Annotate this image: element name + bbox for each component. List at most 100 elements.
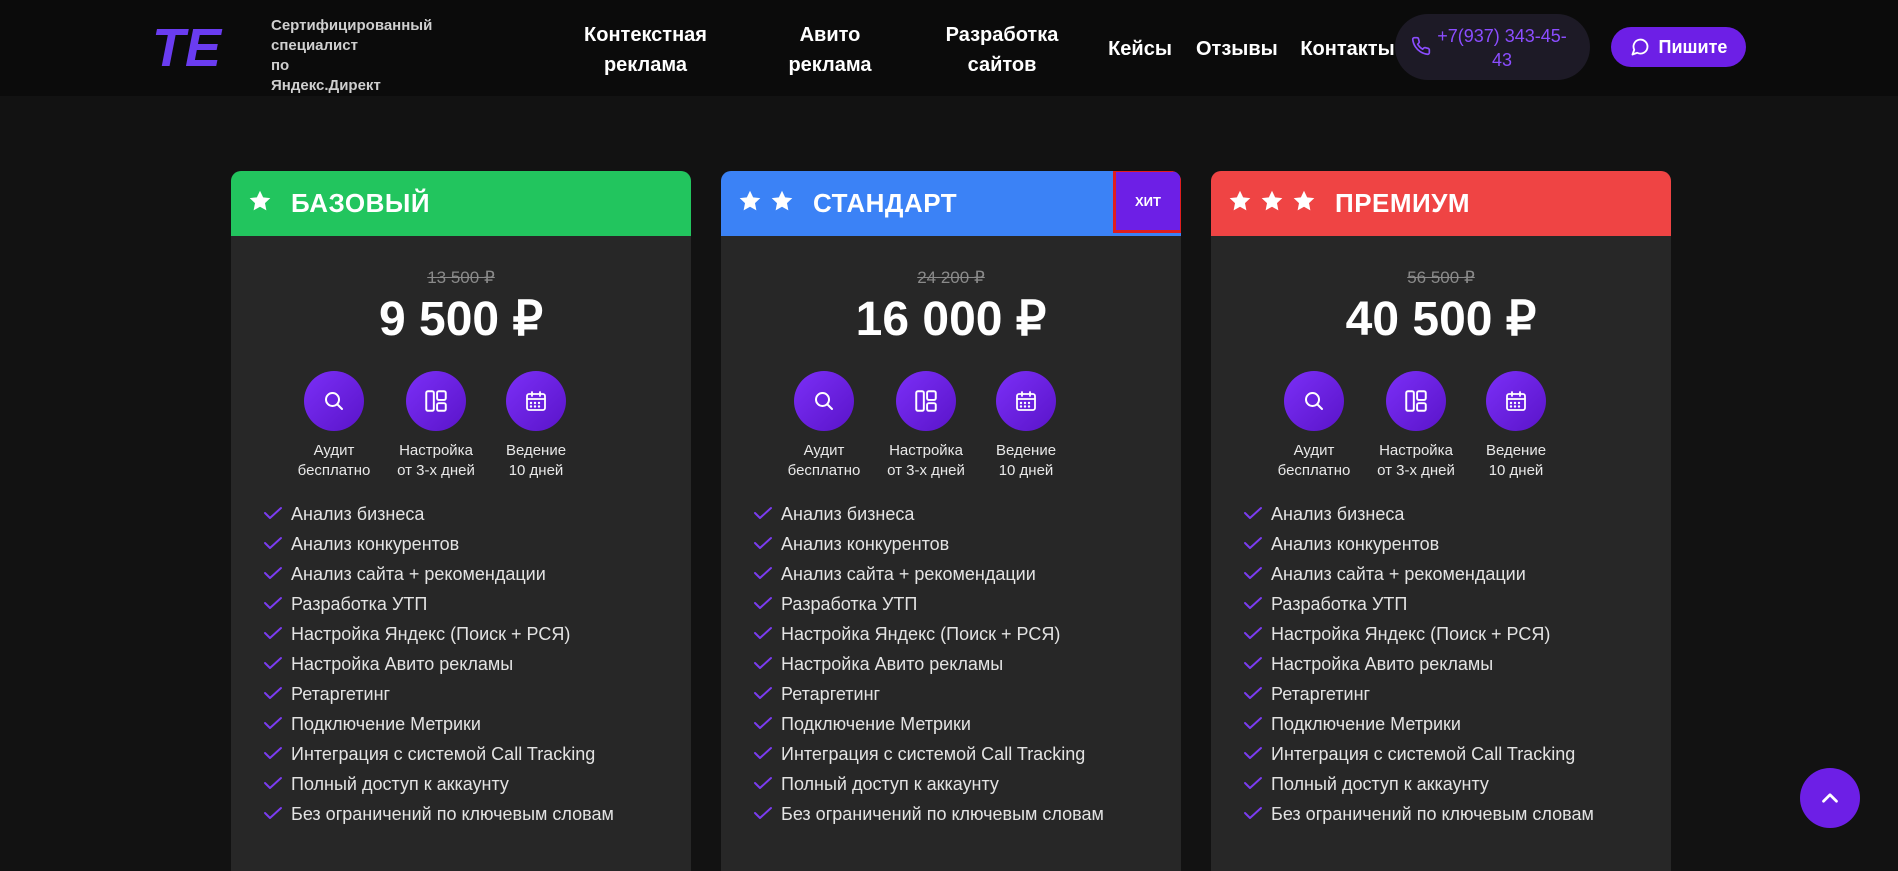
write-button[interactable]: Пишите bbox=[1611, 27, 1746, 67]
chevron-up-icon bbox=[1822, 793, 1838, 803]
list-item: Разработка УТП bbox=[753, 589, 1104, 619]
check-icon bbox=[1243, 684, 1271, 705]
plan-feature-label: Настройка от 3-х дней bbox=[1361, 441, 1471, 481]
caption-line: по bbox=[271, 57, 290, 74]
list-item-text: Подключение Метрики bbox=[291, 713, 481, 734]
nav-reviews[interactable]: Отзывы bbox=[1196, 34, 1278, 64]
plan-feature: Ведение 10 дней bbox=[1461, 371, 1571, 481]
nav-label: реклама bbox=[788, 54, 872, 76]
list-item: Анализ сайта + рекомендации bbox=[263, 559, 614, 589]
layout-icon bbox=[1386, 371, 1446, 431]
logo-caption: Сертифицированный специалист по Яндекс.Д… bbox=[271, 16, 521, 96]
nav-cases[interactable]: Кейсы bbox=[1105, 34, 1175, 64]
plan-feature: Аудит бесплатно bbox=[769, 371, 879, 481]
feature-line: Настройка bbox=[1379, 442, 1453, 459]
nav-label: сайтов bbox=[967, 54, 1037, 76]
plan-feature: Настройка от 3-х дней bbox=[1361, 371, 1471, 481]
list-item-text: Разработка УТП bbox=[291, 593, 428, 614]
layout-icon bbox=[896, 371, 956, 431]
old-price: 56 500 ₽ bbox=[1407, 268, 1475, 287]
check-icon bbox=[1243, 804, 1271, 825]
list-item: Анализ сайта + рекомендации bbox=[753, 559, 1104, 589]
plan-feature: Настройка от 3-х дней bbox=[871, 371, 981, 481]
check-icon bbox=[263, 774, 291, 795]
list-item: Анализ сайта + рекомендации bbox=[1243, 559, 1594, 589]
stars bbox=[737, 188, 795, 219]
search-icon bbox=[1284, 371, 1344, 431]
list-item: Ретаргетинг bbox=[753, 679, 1104, 709]
list-item-text: Ретаргетинг bbox=[781, 683, 881, 704]
phone-number[interactable]: +7(937) 343-45- 43 bbox=[1428, 24, 1576, 72]
calendar-icon bbox=[1486, 371, 1546, 431]
site-header: TE Сертифицированный специалист по Яндек… bbox=[0, 0, 1898, 96]
check-icon bbox=[263, 804, 291, 825]
feature-list: Анализ бизнеса Анализ конкурентов Анализ с… bbox=[263, 499, 614, 829]
check-icon bbox=[263, 624, 291, 645]
star-icon bbox=[1259, 188, 1285, 219]
check-icon bbox=[263, 564, 291, 585]
plan-feature-label: Ведение 10 дней bbox=[481, 441, 591, 481]
list-item-text: Без ограничений по ключевым словам bbox=[1271, 803, 1594, 824]
list-item-text: Подключение Метрики bbox=[1271, 713, 1461, 734]
list-item-text: Настройка Яндекс (Поиск + РСЯ) bbox=[291, 623, 571, 644]
search-icon bbox=[304, 371, 364, 431]
caption-line: Сертифицированный специалист bbox=[271, 17, 433, 54]
check-icon bbox=[1243, 534, 1271, 555]
list-item-text: Без ограничений по ключевым словам bbox=[291, 803, 614, 824]
list-item-text: Разработка УТП bbox=[781, 593, 918, 614]
nav-label: Кейсы bbox=[1108, 38, 1172, 60]
list-item-text: Ретаргетинг bbox=[291, 683, 391, 704]
feature-line: Настройка bbox=[399, 442, 473, 459]
list-item: Анализ бизнеса bbox=[263, 499, 614, 529]
plan-feature: Аудит бесплатно bbox=[279, 371, 389, 481]
list-item: Интеграция с системой Call Tracking bbox=[1243, 739, 1594, 769]
plan-title: ПРЕМИУМ bbox=[1335, 188, 1471, 218]
price: 40 500 ₽ bbox=[1345, 293, 1537, 346]
list-item: Настройка Авито рекламы bbox=[753, 649, 1104, 679]
old-price: 13 500 ₽ bbox=[427, 268, 495, 287]
nav-web-dev[interactable]: Разработка сайтов bbox=[942, 20, 1062, 80]
nav-avito-ads[interactable]: Авито реклама bbox=[780, 20, 880, 80]
old-price: 24 200 ₽ bbox=[917, 268, 985, 287]
nav-context-ads[interactable]: Контекстная реклама bbox=[583, 20, 708, 80]
nav-contacts[interactable]: Контакты bbox=[1300, 34, 1395, 64]
check-icon bbox=[263, 594, 291, 615]
list-item-text: Анализ бизнеса bbox=[291, 503, 425, 524]
list-item-text: Подключение Метрики bbox=[781, 713, 971, 734]
list-item: Настройка Яндекс (Поиск + РСЯ) bbox=[753, 619, 1104, 649]
list-item: Полный доступ к аккаунту bbox=[1243, 769, 1594, 799]
feature-line: от 3-х дней bbox=[397, 462, 475, 479]
list-item-text: Настройка Авито рекламы bbox=[1271, 653, 1494, 674]
feature-line: Ведение bbox=[1485, 442, 1547, 459]
plan-feature-label: Ведение 10 дней bbox=[971, 441, 1081, 481]
check-icon bbox=[263, 744, 291, 765]
star-icon bbox=[247, 188, 273, 219]
calendar-icon bbox=[996, 371, 1056, 431]
phone-line: 43 bbox=[1491, 50, 1513, 70]
list-item: Анализ бизнеса bbox=[753, 499, 1104, 529]
star-icon bbox=[769, 188, 795, 219]
list-item: Ретаргетинг bbox=[263, 679, 614, 709]
list-item-text: Полный доступ к аккаунту bbox=[781, 773, 999, 794]
nav-label: Контакты bbox=[1300, 38, 1395, 60]
feature-line: 10 дней bbox=[998, 462, 1054, 479]
feature-line: 10 дней bbox=[508, 462, 564, 479]
list-item-text: Анализ сайта + рекомендации bbox=[291, 563, 546, 584]
feature-line: Аудит bbox=[803, 442, 845, 459]
list-item: Подключение Метрики bbox=[753, 709, 1104, 739]
check-icon bbox=[753, 534, 781, 555]
list-item: Без ограничений по ключевым словам bbox=[263, 799, 614, 829]
chat-icon bbox=[1631, 38, 1648, 56]
check-icon bbox=[1243, 564, 1271, 585]
plan-feature-label: Ведение 10 дней bbox=[1461, 441, 1571, 481]
list-item-text: Интеграция с системой Call Tracking bbox=[1271, 743, 1576, 764]
check-icon bbox=[263, 714, 291, 735]
check-icon bbox=[753, 684, 781, 705]
plan-feature-label: Аудит бесплатно bbox=[279, 441, 389, 481]
check-icon bbox=[753, 594, 781, 615]
check-icon bbox=[753, 624, 781, 645]
list-item: Подключение Метрики bbox=[1243, 709, 1594, 739]
scroll-top-button[interactable] bbox=[1800, 768, 1860, 828]
list-item-text: Анализ сайта + рекомендации bbox=[1271, 563, 1526, 584]
logo[interactable]: TE bbox=[152, 20, 244, 76]
